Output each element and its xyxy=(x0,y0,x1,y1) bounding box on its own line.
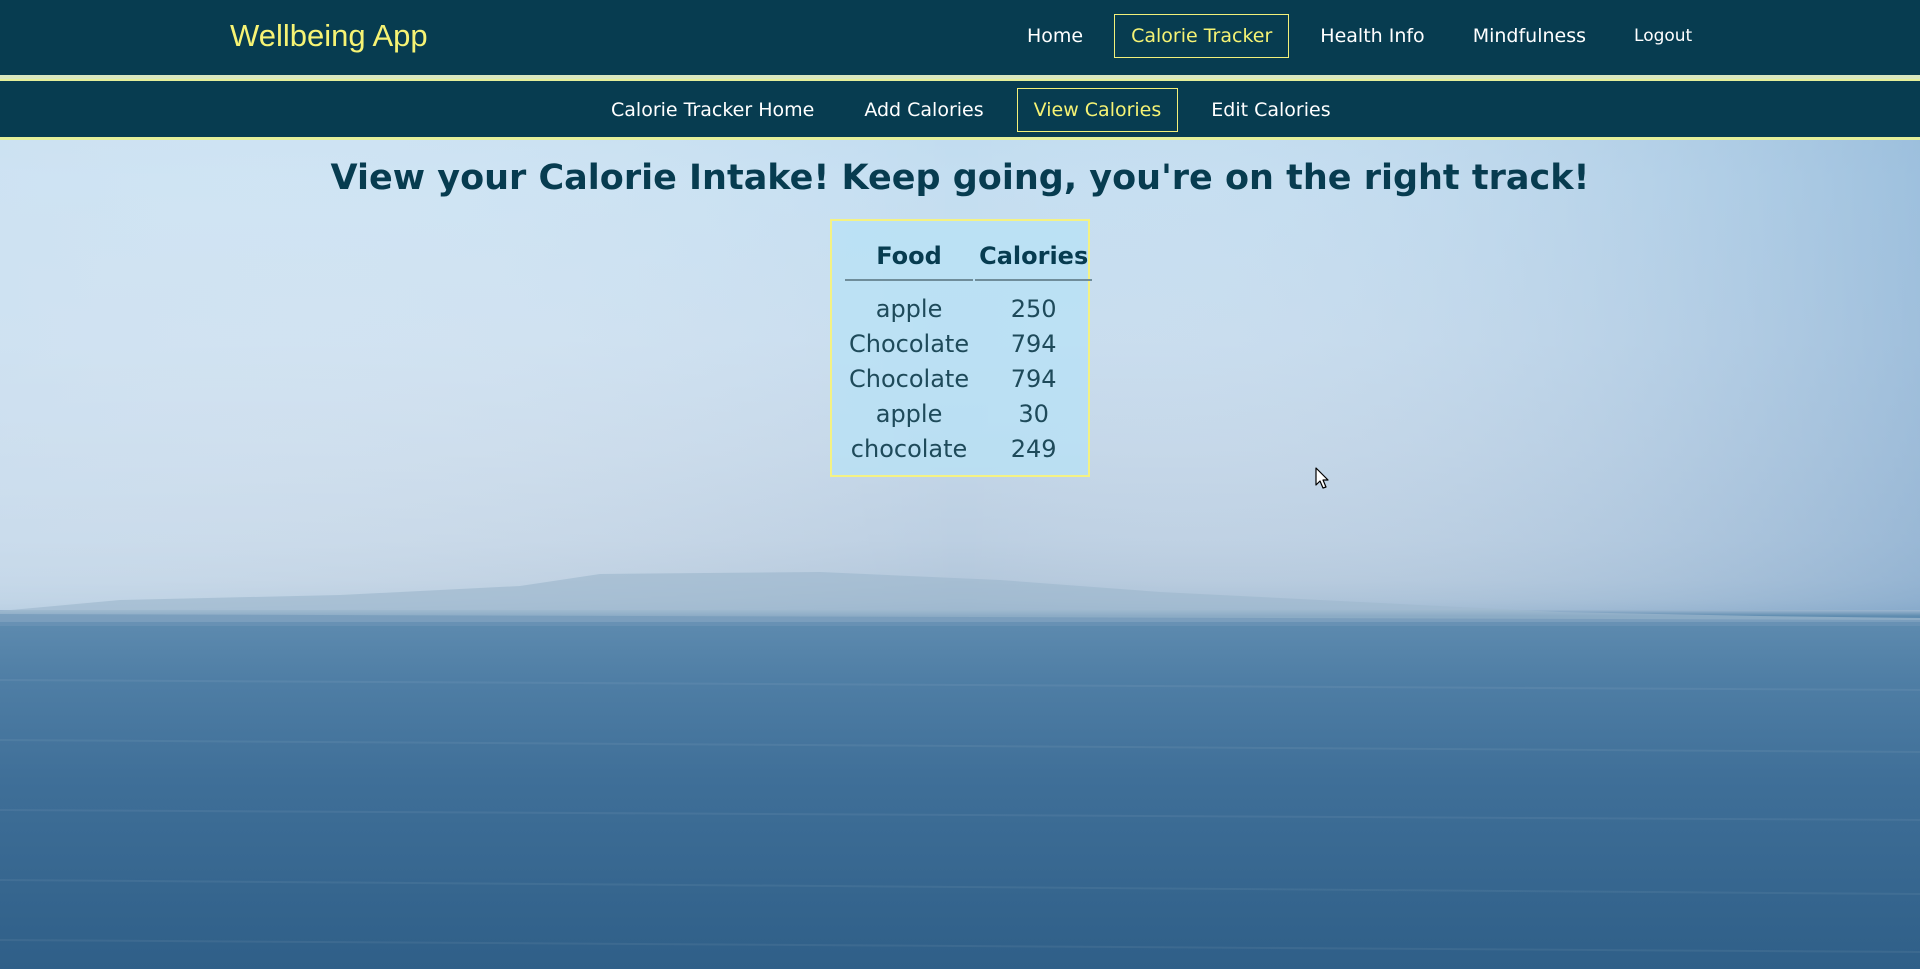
nav-calorie-tracker[interactable]: Calorie Tracker xyxy=(1114,14,1290,58)
column-header-calories: Calories xyxy=(975,239,1093,281)
calories-cell: 794 xyxy=(1010,329,1057,358)
subnav-edit-calories[interactable]: Edit Calories xyxy=(1194,88,1347,132)
calorie-table: Food Calories apple 250 Chocolate 794 Ch… xyxy=(843,239,1094,466)
calories-cell: 30 xyxy=(1018,399,1049,428)
nav-mindfulness[interactable]: Mindfulness xyxy=(1456,14,1603,58)
food-cell: chocolate xyxy=(850,434,968,463)
ocean-background xyxy=(0,140,1920,953)
table-row: apple 30 xyxy=(845,396,1092,431)
calories-cell: 794 xyxy=(1010,364,1057,393)
table-row: Chocolate 794 xyxy=(845,361,1092,396)
sub-navbar: Calorie Tracker Home Add Calories View C… xyxy=(0,81,1920,140)
food-cell: apple xyxy=(875,294,943,323)
mouse-pointer-icon xyxy=(1315,467,1329,489)
subnav-calorie-tracker-home[interactable]: Calorie Tracker Home xyxy=(594,88,831,132)
nav-health-info[interactable]: Health Info xyxy=(1303,14,1441,58)
main-nav: Home Calorie Tracker Health Info Mindful… xyxy=(1010,14,1709,58)
page-title: View your Calorie Intake! Keep going, yo… xyxy=(330,158,1590,198)
food-cell: apple xyxy=(875,399,943,428)
subnav-view-calories[interactable]: View Calories xyxy=(1016,88,1179,132)
nav-home[interactable]: Home xyxy=(1010,14,1100,58)
calories-cell: 249 xyxy=(1010,434,1057,463)
calorie-table-panel: Food Calories apple 250 Chocolate 794 Ch… xyxy=(830,219,1093,477)
table-row: chocolate 249 xyxy=(845,431,1092,466)
calorie-sub-nav: Calorie Tracker Home Add Calories View C… xyxy=(594,88,1348,132)
nav-logout[interactable]: Logout xyxy=(1617,14,1709,58)
column-header-food: Food xyxy=(845,239,974,281)
top-navbar: Wellbeing App Home Calorie Tracker Healt… xyxy=(0,0,1920,75)
calories-cell: 250 xyxy=(1010,294,1057,323)
table-row: apple 250 xyxy=(845,291,1092,326)
food-cell: Chocolate xyxy=(849,364,970,393)
table-row: Chocolate 794 xyxy=(845,326,1092,361)
app-brand[interactable]: Wellbeing App xyxy=(230,18,428,54)
table-header-row: Food Calories xyxy=(845,239,1093,281)
subnav-add-calories[interactable]: Add Calories xyxy=(847,88,1000,132)
food-cell: Chocolate xyxy=(849,329,970,358)
table-spacer xyxy=(845,281,1092,291)
